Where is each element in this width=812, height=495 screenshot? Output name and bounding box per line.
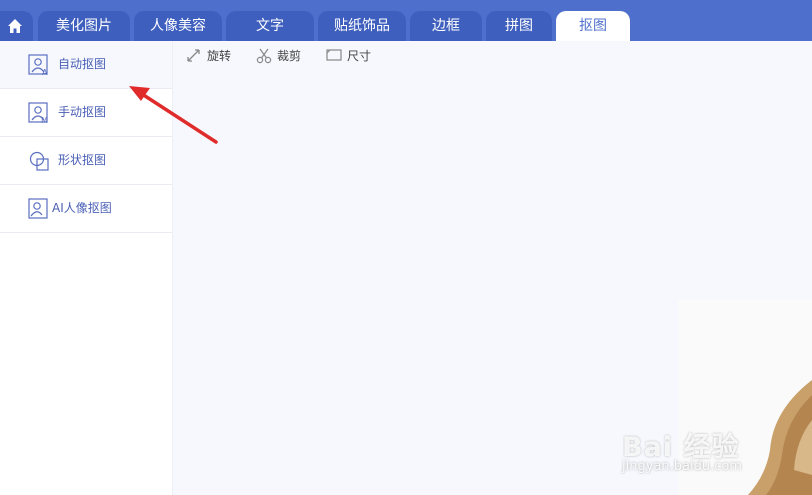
svg-text:M: M — [41, 116, 48, 124]
sidebar-item-manual-cutout[interactable]: M 手动抠图 — [0, 89, 172, 137]
sidebar-item-auto-cutout[interactable]: A 自动抠图 — [0, 41, 172, 89]
size-icon — [326, 49, 342, 61]
tab-beautify[interactable]: 美化图片 — [38, 11, 130, 41]
tab-portrait[interactable]: 人像美容 — [134, 11, 222, 41]
tab-text[interactable]: 文字 — [226, 11, 314, 41]
size-button[interactable]: 尺寸 — [326, 46, 376, 66]
top-tab-bar: 美化图片 人像美容 文字 贴纸饰品 边框 拼图 抠图 — [0, 0, 812, 41]
watermark-url: jingyan.baidu.com — [622, 459, 742, 474]
rotate-button[interactable]: 旋转 — [186, 46, 236, 66]
tab-stickers[interactable]: 贴纸饰品 — [318, 11, 406, 41]
home-icon — [8, 19, 22, 33]
sidebar-divider — [172, 41, 173, 495]
shape-cutout-icon — [29, 151, 49, 171]
crop-label: 裁剪 — [277, 49, 302, 63]
size-label: 尺寸 — [347, 49, 372, 63]
rotate-label: 旋转 — [207, 49, 232, 63]
rotate-icon — [187, 49, 200, 62]
baidu-watermark: Bai 经验 jingyan.baidu.com — [622, 425, 812, 495]
manual-cutout-icon: M — [28, 102, 48, 124]
tab-cutout[interactable]: 抠图 — [556, 11, 630, 41]
sidebar-item-label: AI人像抠图 — [52, 201, 112, 215]
sidebar-item-label: 自动抠图 — [58, 57, 107, 71]
cutout-sidebar: A 自动抠图 M 手动抠图 形状抠图 AI人像抠图 — [0, 41, 173, 495]
sidebar-item-label: 形状抠图 — [58, 153, 107, 167]
crop-button[interactable]: 裁剪 — [256, 46, 306, 66]
scissors-icon — [256, 48, 272, 64]
tab-frame[interactable]: 边框 — [410, 11, 482, 41]
sidebar-item-shape-cutout[interactable]: 形状抠图 — [0, 137, 172, 185]
ai-portrait-cutout-icon — [28, 198, 48, 219]
auto-cutout-icon: A — [28, 54, 48, 76]
tab-collage[interactable]: 拼图 — [486, 11, 552, 41]
svg-text:A: A — [42, 68, 48, 76]
sidebar-item-ai-portrait-cutout[interactable]: AI人像抠图 — [0, 185, 172, 233]
sidebar-item-label: 手动抠图 — [58, 105, 107, 119]
home-tab[interactable] — [0, 11, 33, 41]
